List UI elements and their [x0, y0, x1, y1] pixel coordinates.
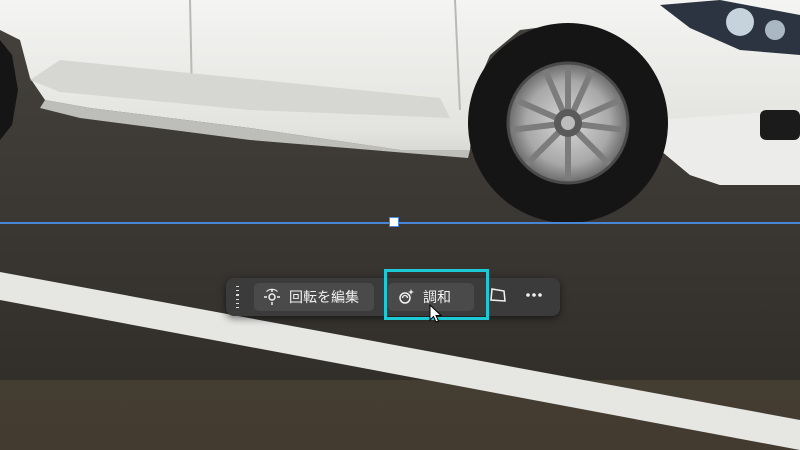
contextual-task-bar: 回転を編集 調和 [226, 278, 560, 316]
harmonize-sparkle-icon [397, 288, 415, 306]
perspective-warp-button[interactable] [484, 283, 512, 311]
edit-rotation-button[interactable]: 回転を編集 [254, 283, 374, 311]
more-options-button[interactable] [520, 283, 548, 311]
photo-composite [0, 0, 800, 450]
edit-rotation-label: 回転を編集 [289, 290, 359, 306]
selection-handle[interactable] [389, 217, 399, 227]
image-canvas[interactable] [0, 0, 800, 450]
drag-handle-icon[interactable] [230, 284, 244, 310]
rotate-icon [263, 288, 281, 306]
mouse-pointer-icon [429, 303, 443, 328]
car-front-wheel [468, 23, 668, 223]
selection-bound-line [0, 222, 800, 224]
perspective-warp-icon [489, 286, 507, 308]
more-options-icon [525, 286, 543, 308]
